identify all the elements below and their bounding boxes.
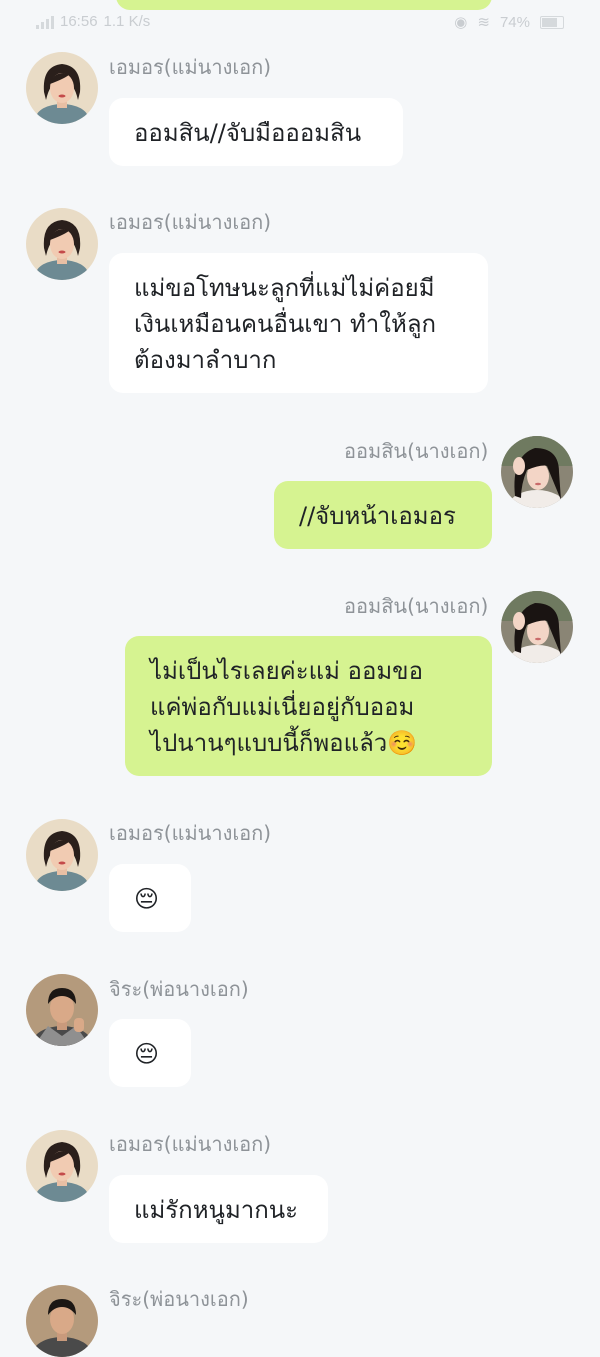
message-text-line: แค่พ่อกับแม่เนี่ยอยู่กับออม	[150, 693, 415, 721]
eye-icon: ◉	[454, 14, 468, 31]
message-emoji: 😔	[134, 885, 160, 913]
status-left: 16:56 1.1 K/s	[36, 13, 150, 30]
mother-avatar[interactable]	[26, 52, 98, 124]
father-avatar[interactable]	[26, 974, 98, 1046]
message-text-line: เงินเหมือนคนอื่นเขา ทำให้ลูก	[134, 310, 437, 338]
message-emoji: 😔	[134, 1040, 160, 1068]
sender-name: จิระ(พ่อนางเอก)	[109, 977, 249, 1001]
mother-avatar[interactable]	[26, 1130, 98, 1202]
message-text: แม่รักหนูมากนะ	[134, 1196, 299, 1224]
status-time: 16:56	[60, 13, 98, 30]
message-bubble[interactable]: //จับหน้าเอมอร	[274, 481, 492, 549]
sender-name: จิระ(พ่อนางเอก)	[109, 1287, 249, 1311]
message-text: //จับหน้าเอมอร	[299, 502, 456, 530]
message-text-line: แม่ขอโทษนะลูกที่แม่ไม่ค่อยมี	[134, 274, 435, 302]
battery-icon	[540, 15, 564, 29]
wifi-icon: ≋	[477, 14, 490, 31]
signal-icon	[36, 15, 54, 29]
message-bubble[interactable]: ออมสิน//จับมือออมสิน	[109, 98, 403, 166]
message-bubble[interactable]: 😔	[109, 1019, 191, 1087]
previous-message-bubble	[116, 0, 492, 10]
message-text-line: ไม่เป็นไรเลยค่ะแม่ ออมขอ	[150, 657, 423, 685]
sender-name: เอมอร(แม่นางเอก)	[109, 821, 272, 845]
message-text: ออมสิน//จับมือออมสิน	[134, 119, 362, 147]
message-text-line: ไปนานๆแบบนี้ก็พอแล้ว☺️	[150, 729, 418, 757]
message-text-line: ต้องมาลำบาก	[134, 346, 277, 374]
sender-name: เอมอร(แม่นางเอก)	[109, 55, 272, 79]
message-bubble[interactable]: ไม่เป็นไรเลยค่ะแม่ ออมขอ แค่พ่อกับแม่เนี…	[125, 636, 492, 776]
heroine-avatar[interactable]	[501, 591, 573, 663]
sender-name: ออมสิน(นางเอก)	[344, 594, 489, 618]
sender-name: เอมอร(แม่นางเอก)	[109, 210, 272, 234]
mother-avatar[interactable]	[26, 208, 98, 280]
sender-name: เอมอร(แม่นางเอก)	[109, 1132, 272, 1156]
battery-percent: 74%	[499, 13, 530, 31]
sender-name: ออมสิน(นางเอก)	[344, 439, 489, 463]
mother-avatar[interactable]	[26, 819, 98, 891]
network-speed: 1.1 K/s	[103, 13, 151, 30]
father-avatar[interactable]	[26, 1285, 98, 1357]
message-bubble[interactable]: แม่ขอโทษนะลูกที่แม่ไม่ค่อยมี เงินเหมือนค…	[109, 253, 488, 393]
status-right: ◉ ≋ 74%	[454, 13, 564, 31]
message-bubble[interactable]: 😔	[109, 864, 191, 932]
heroine-avatar[interactable]	[501, 436, 573, 508]
message-bubble[interactable]: แม่รักหนูมากนะ	[109, 1175, 328, 1243]
